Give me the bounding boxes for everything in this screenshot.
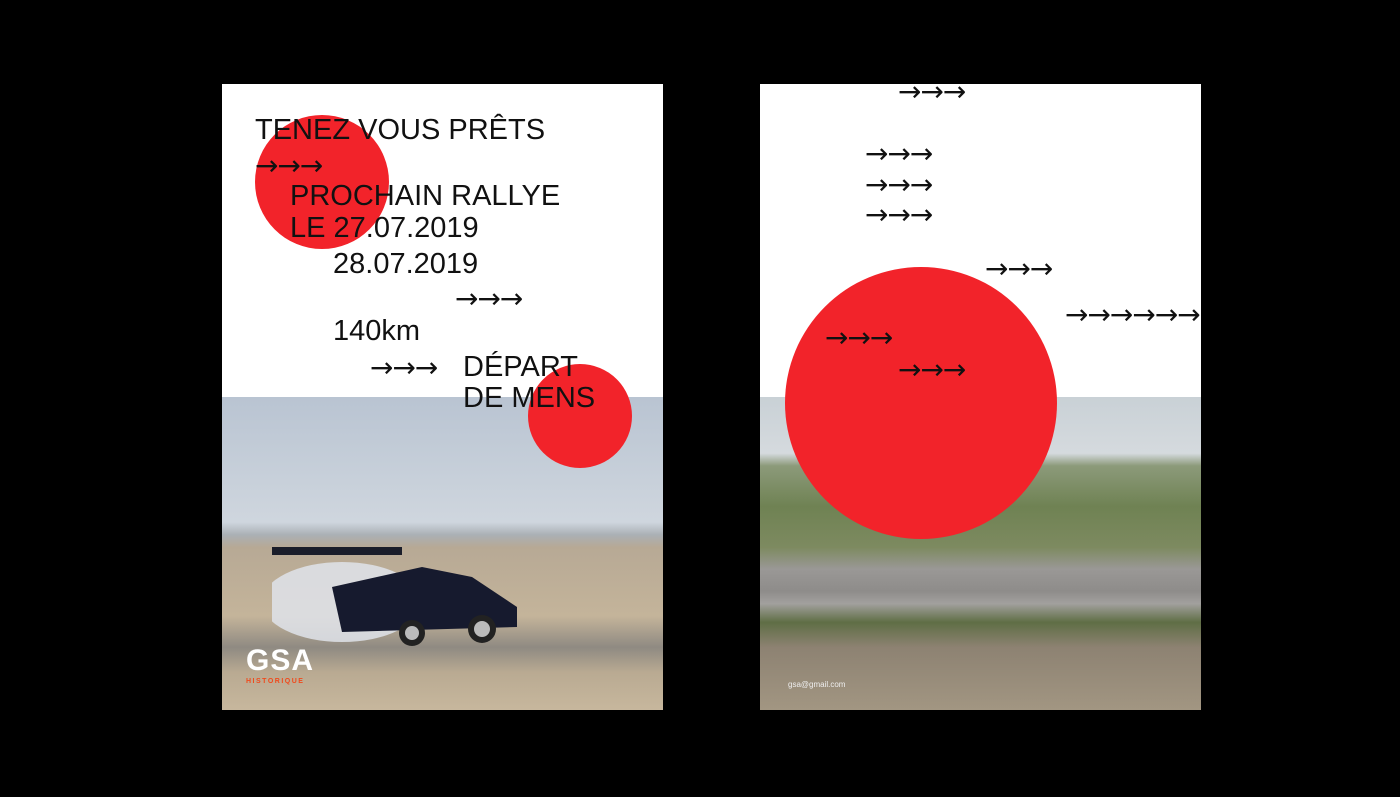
arrows-icon: →→→ [370, 351, 438, 384]
contact-email: gsa@gmail.com [788, 680, 846, 689]
arrows-icon: →→→ [455, 282, 523, 315]
arrows-icon: →→→ [865, 137, 933, 170]
arrows-icon: →→→ [825, 321, 893, 354]
arrows-icon: →→→ [865, 168, 933, 201]
arrows-icon: →→→ [985, 252, 1053, 285]
arrows-icon: →→→ [255, 149, 323, 182]
depart-line-2: DE MENS [463, 382, 596, 414]
arrows-icon: →→→→→→ [1065, 298, 1201, 331]
logo-subtext: HISTORIQUE [246, 678, 305, 685]
poster-right: →→→ →→→ →→→ →→→ →→→ →→→→→→ →→→ →→→ gsa@g… [760, 84, 1201, 710]
arrows-icon: →→→ [898, 353, 966, 386]
arrows-icon: →→→ [865, 198, 933, 231]
event-title: PROCHAIN RALLYE [290, 180, 561, 212]
logo-text: GSA [246, 644, 315, 677]
event-date-2: 28.07.2019 [333, 248, 479, 280]
poster-left: TENEZ VOUS PRÊTS →→→ PROCHAIN RALLYE LE … [222, 84, 663, 710]
arrows-icon: →→→ [898, 84, 966, 108]
depart-line-1: DÉPART [463, 351, 578, 383]
car-illustration [272, 547, 517, 646]
red-circle-large [785, 267, 1057, 539]
gsa-logo: GSA HISTORIQUE [246, 644, 315, 686]
event-date-1: LE 27.07.2019 [290, 212, 479, 244]
headline: TENEZ VOUS PRÊTS [255, 114, 546, 146]
distance: 140km [333, 315, 421, 347]
